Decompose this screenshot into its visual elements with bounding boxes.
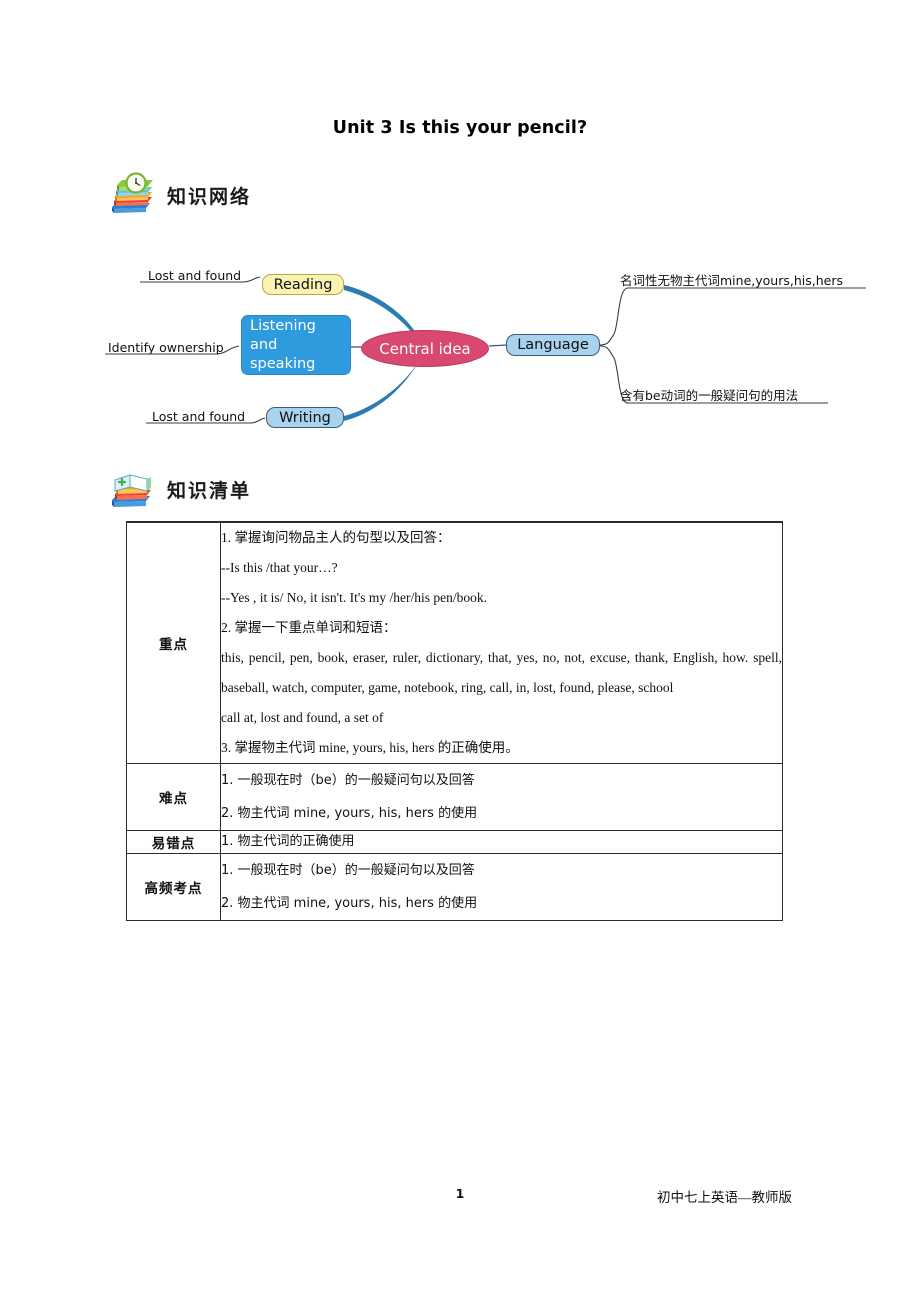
line: 1. 掌握询问物品主人的句型以及回答： (221, 530, 451, 545)
mindmap-leaf-reading: Lost and found (148, 268, 242, 283)
knowledge-table: 重点 1. 掌握询问物品主人的句型以及回答： --Is this /that y… (126, 521, 783, 921)
line: --Is this /that your…? (221, 560, 338, 575)
mindmap-node-writing: Writing (266, 407, 344, 428)
row-label-key-points: 重点 (126, 521, 221, 764)
row-content-key-points: 1. 掌握询问物品主人的句型以及回答： --Is this /that your… (220, 521, 783, 764)
mindmap-node-language: Language (506, 334, 600, 356)
page-footer: 1 初中七上英语—教师版 (0, 1186, 920, 1208)
section-heading-knowledge-checklist: 知识清单 (106, 466, 251, 512)
row-content-difficult-points: 1. 一般现在时（be）的一般疑问句以及回答 2. 物主代词 mine, you… (220, 763, 783, 831)
mindmap-leaf-writing: Lost and found (152, 409, 246, 424)
section-heading-label: 知识网络 (167, 185, 252, 208)
table-row: 难点 1. 一般现在时（be）的一般疑问句以及回答 2. 物主代词 mine, … (126, 763, 783, 831)
row-content-common-mistakes: 1. 物主代词的正确使用 (220, 830, 783, 854)
mindmap-diagram: Reading Listening and speaking Writing C… (0, 252, 920, 442)
vocabulary-list: this, pencil, pen, book, eraser, ruler, … (221, 650, 782, 695)
mindmap-leaf-listening: Identify ownership (108, 340, 224, 355)
table-row: 高频考点 1. 一般现在时（be）的一般疑问句以及回答 2. 物主代词 mine… (126, 853, 783, 921)
mindmap-node-listening-and-speaking: Listening and speaking (241, 315, 351, 375)
mindmap-leaf-be-questions: 含有be动词的一般疑问句的用法 (620, 388, 799, 403)
row-label-common-mistakes: 易错点 (126, 830, 221, 854)
section-heading-knowledge-network: 知识网络 (106, 172, 251, 218)
line: 2. 物主代词 mine, yours, his, hers 的使用 (221, 806, 478, 821)
table-row: 重点 1. 掌握询问物品主人的句型以及回答： --Is this /that y… (126, 521, 783, 764)
line: 1. 一般现在时（be）的一般疑问句以及回答 (221, 863, 475, 878)
row-content-frequent-exam-points: 1. 一般现在时（be）的一般疑问句以及回答 2. 物主代词 mine, you… (220, 853, 783, 921)
line: 2. 掌握一下重点单词和短语： (221, 620, 397, 635)
page-title: Unit 3 Is this your pencil? (332, 118, 588, 138)
row-label-frequent-exam-points: 高频考点 (126, 853, 221, 921)
footer-note: 初中七上英语—教师版 (657, 1190, 792, 1205)
books-open-icon (106, 466, 158, 512)
line: --Yes , it is/ No, it isn't. It's my /he… (221, 590, 487, 605)
mindmap-node-central-idea: Central idea (361, 330, 489, 367)
document-page: Unit 3 Is this your pencil? 知识网络 Reading… (0, 0, 920, 1302)
line: call at, lost and found, a set of (221, 710, 384, 725)
table-row: 易错点 1. 物主代词的正确使用 (126, 830, 783, 854)
line: 1. 一般现在时（be）的一般疑问句以及回答 (221, 773, 475, 788)
row-label-difficult-points: 难点 (126, 763, 221, 831)
line: 1. 物主代词的正确使用 (221, 834, 355, 849)
line: 2. 物主代词 mine, yours, his, hers 的使用 (221, 896, 478, 911)
mindmap-leaf-possessive-pronouns: 名词性无物主代词mine,yours,his,hers (620, 273, 843, 288)
line: 3. 掌握物主代词 mine, yours, his, hers 的正确使用。 (221, 740, 519, 755)
section-heading-label: 知识清单 (167, 479, 252, 502)
mindmap-node-reading: Reading (262, 274, 344, 295)
books-clock-icon (106, 172, 158, 218)
